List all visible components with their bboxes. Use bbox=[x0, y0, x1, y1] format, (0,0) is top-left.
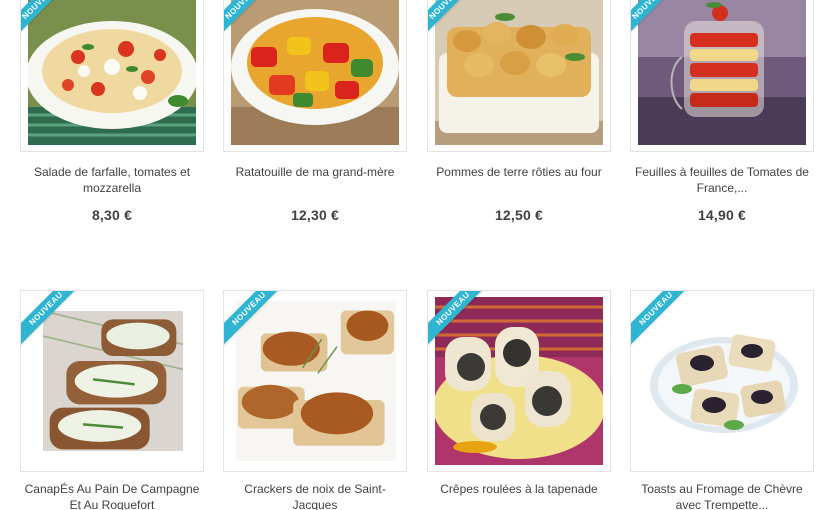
product-title[interactable]: Feuilles à feuilles de Tomates de France… bbox=[630, 164, 814, 196]
product-image-link[interactable]: NOUVEAU bbox=[20, 290, 204, 472]
product-price: 12,50 € bbox=[494, 207, 544, 223]
product-price: 8,30 € bbox=[91, 207, 133, 223]
product-title[interactable]: Pommes de terre rôties au four bbox=[427, 164, 611, 196]
product-image-link[interactable]: NOUVEAU bbox=[427, 290, 611, 472]
product-photo-ratatouille bbox=[231, 0, 399, 145]
product-card[interactable]: NOUVEAU Feuilles à feuilles de Tomates d… bbox=[630, 0, 814, 223]
product-photo-roquefort-canapes bbox=[43, 310, 183, 451]
product-image-link[interactable]: NOUVEAU bbox=[630, 0, 814, 152]
product-image-link[interactable]: NOUVEAU bbox=[630, 290, 814, 472]
product-card[interactable]: NOUVEAU Ratatouille de ma grand-mère 12,… bbox=[223, 0, 407, 223]
product-price: 12,30 € bbox=[290, 207, 340, 223]
product-photo-tomato-millefeuille bbox=[638, 0, 806, 145]
product-photo-roast-potatoes bbox=[435, 0, 603, 145]
product-title[interactable]: Toasts au Fromage de Chèvre avec Trempet… bbox=[630, 481, 814, 510]
product-card[interactable]: NOUVEAU Salade de farfalle, tomates et m… bbox=[20, 0, 204, 223]
product-photo-scallop-crackers bbox=[236, 301, 396, 461]
product-card[interactable]: NOUVEAU Pommes de terre rôties au four 1… bbox=[427, 0, 611, 223]
product-title[interactable]: Salade de farfalle, tomates et mozzarell… bbox=[20, 164, 204, 196]
product-photo-tapenade-crepes bbox=[435, 297, 603, 465]
product-title[interactable]: Crêpes roulées à la tapenade bbox=[427, 481, 611, 510]
product-title[interactable]: Ratatouille de ma grand-mère bbox=[223, 164, 407, 196]
product-title[interactable]: Crackers de noix de Saint-Jacques bbox=[223, 481, 407, 510]
product-card[interactable]: NOUVEAU Crackers de noix de Saint-Jacque… bbox=[223, 290, 407, 510]
product-photo-goat-cheese-toasts bbox=[638, 297, 806, 465]
product-card[interactable]: NOUVEAU Toasts au Fromage de Chèvre avec… bbox=[630, 290, 814, 510]
product-image-link[interactable]: NOUVEAU bbox=[223, 290, 407, 472]
product-card[interactable]: NOUVEAU CanapÉs Au Pain De Campagne Et A… bbox=[20, 290, 204, 510]
product-image-link[interactable]: NOUVEAU bbox=[427, 0, 611, 152]
product-image-link[interactable]: NOUVEAU bbox=[20, 0, 204, 152]
product-photo-pasta-salad bbox=[28, 0, 196, 145]
product-image-link[interactable]: NOUVEAU bbox=[223, 0, 407, 152]
product-title[interactable]: CanapÉs Au Pain De Campagne Et Au Roquef… bbox=[20, 481, 204, 510]
product-grid: NOUVEAU Salade de farfalle, tomates et m… bbox=[0, 0, 825, 510]
product-card[interactable]: NOUVEAU Crêpes roulées à la tapenade bbox=[427, 290, 611, 510]
product-price: 14,90 € bbox=[697, 207, 747, 223]
